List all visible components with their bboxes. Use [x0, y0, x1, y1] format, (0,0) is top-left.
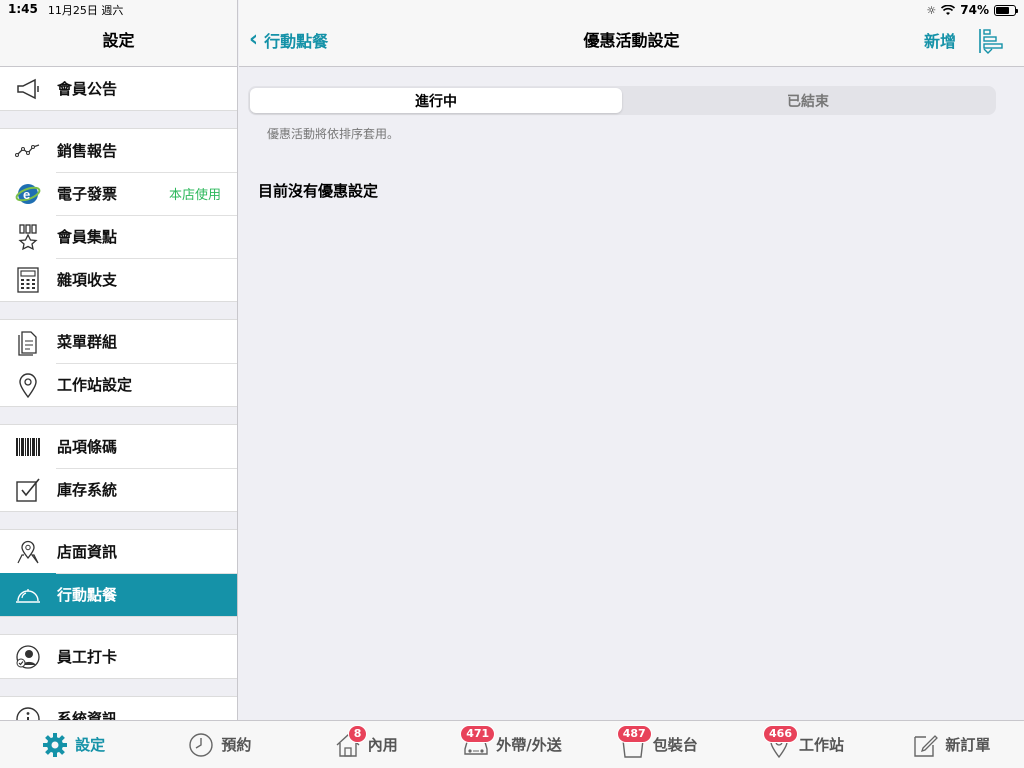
segmented-control: 進行中 已結束: [248, 86, 996, 115]
menu-group: 菜單群組 工作站設定: [0, 319, 237, 407]
document-icon: [14, 328, 42, 356]
tab-label: 內用: [367, 736, 398, 754]
tab-settings[interactable]: 設定: [0, 731, 146, 759]
sort-icon[interactable]: [976, 26, 1006, 56]
menu-group: 系統資訊: [0, 696, 237, 720]
svg-text:e: e: [23, 187, 30, 202]
sidebar-item-label: 員工打卡: [57, 648, 118, 666]
edit-icon: [911, 731, 939, 759]
car-icon: 471: [460, 724, 496, 759]
segment-ended[interactable]: 已結束: [622, 88, 994, 113]
tab-badge: 471: [460, 724, 496, 743]
menu-group: 員工打卡: [0, 634, 237, 679]
sidebar-item-label: 會員公告: [57, 80, 118, 98]
sidebar-item-e-invoice[interactable]: e 電子發票 本店使用: [0, 172, 237, 215]
sidebar-item-label: 系統資訊: [57, 710, 118, 720]
gear-icon: [41, 731, 69, 759]
sidebar-item-barcode[interactable]: 品項條碼: [0, 425, 237, 468]
house-icon: 8: [334, 724, 368, 759]
tab-takeout-delivery[interactable]: 471 外帶/外送: [439, 724, 585, 759]
menu-group: 品項條碼 庫存系統: [0, 424, 237, 512]
add-button[interactable]: 新增: [924, 28, 956, 52]
page-title: 優惠活動設定: [583, 31, 680, 50]
status-badge: 本店使用: [168, 188, 221, 203]
checkbox-icon: [14, 476, 42, 504]
map-pin-icon: [14, 538, 42, 566]
menu-group: 銷售報告 e 電子發票 本店使用 會員集點 雜項收支: [0, 128, 237, 302]
sidebar-item-label: 菜單群組: [57, 333, 118, 351]
tab-bar: 設定 預約 8 內用 471 外帶/外送 487 包裝台 466 工作站 新訂單: [0, 720, 1024, 768]
award-star-icon: [14, 223, 42, 251]
tab-reservation[interactable]: 預約: [146, 731, 292, 759]
tab-badge: 487: [616, 724, 652, 743]
sidebar-item-staff-clock[interactable]: 員工打卡: [0, 635, 237, 678]
sidebar-item-label: 行動點餐: [57, 586, 118, 604]
sidebar-item-label: 電子發票: [57, 185, 118, 203]
bag-icon: 487: [616, 724, 652, 759]
sidebar-item-label: 品項條碼: [57, 438, 118, 456]
food-cloche-icon: [14, 581, 42, 609]
orientation-lock-icon: ☼: [926, 3, 937, 17]
sidebar-item-misc-expense[interactable]: 雜項收支: [0, 258, 237, 301]
tab-dine-in[interactable]: 8 內用: [293, 724, 439, 759]
sidebar-item-sales-report[interactable]: 銷售報告: [0, 129, 237, 172]
location-pin-icon: [14, 371, 42, 399]
tab-label: 工作站: [799, 736, 845, 754]
tab-label: 設定: [75, 736, 106, 754]
tab-label: 外帶/外送: [496, 736, 562, 754]
status-time: 1:45: [8, 2, 38, 16]
tab-label: 預約: [221, 736, 252, 754]
calculator-icon: [14, 266, 42, 294]
barcode-icon: [14, 433, 42, 461]
tab-label: 包裝台: [652, 736, 698, 754]
hint-text: 優惠活動將依排序套用。: [267, 127, 400, 141]
sidebar-item-label: 銷售報告: [57, 142, 118, 160]
staff-check-icon: [14, 643, 42, 671]
menu-group: 店面資訊 行動點餐: [0, 529, 237, 617]
tab-packing[interactable]: 487 包裝台: [585, 724, 731, 759]
sidebar-item-label: 會員集點: [57, 228, 118, 246]
sidebar-item-label: 雜項收支: [57, 271, 118, 289]
pin-icon: 466: [763, 724, 798, 759]
line-chart-icon: [14, 137, 42, 165]
tab-badge: 8: [347, 724, 368, 743]
tab-badge: 466: [763, 724, 798, 743]
tab-new-order[interactable]: 新訂單: [878, 731, 1024, 759]
menu-group: 會員公告: [0, 67, 237, 111]
wifi-icon: [941, 4, 956, 15]
sidebar-item-menu-groups[interactable]: 菜單群組: [0, 320, 237, 363]
clock-icon: [187, 731, 215, 759]
battery-icon: [994, 4, 1018, 16]
tab-label: 新訂單: [945, 736, 991, 754]
empty-state-message: 目前沒有優惠設定: [258, 182, 379, 200]
tab-workstation[interactable]: 466 工作站: [731, 724, 877, 759]
sidebar-item-announcement[interactable]: 會員公告: [0, 67, 237, 110]
sidebar: 設定 會員公告 銷售報告 e 電子發票 本店使用 會員集點 雜項收支 菜單群組 …: [0, 0, 238, 720]
sidebar-item-label: 店面資訊: [57, 543, 118, 561]
sidebar-item-workstation-settings[interactable]: 工作站設定: [0, 363, 237, 406]
battery-percent: 74%: [960, 3, 989, 17]
info-icon: [14, 705, 42, 720]
status-bar: 1:45 11月25日 週六 ☼ 74%: [0, 0, 1024, 20]
sidebar-item-member-points[interactable]: 會員集點: [0, 215, 237, 258]
main-content: ‹ 行動點餐 優惠活動設定 新增 進行中 已結束 優惠活動將依排序套用。 目前沒…: [239, 0, 1024, 720]
sidebar-item-system-info[interactable]: 系統資訊: [0, 697, 237, 720]
sidebar-item-mobile-ordering[interactable]: 行動點餐: [0, 573, 237, 616]
status-date: 11月25日 週六: [47, 4, 124, 17]
e-invoice-icon: e: [14, 180, 42, 208]
sidebar-item-label: 工作站設定: [57, 376, 133, 394]
sidebar-item-store-info[interactable]: 店面資訊: [0, 530, 237, 573]
sidebar-item-label: 庫存系統: [57, 481, 118, 499]
segment-active[interactable]: 進行中: [250, 88, 622, 113]
sidebar-item-inventory[interactable]: 庫存系統: [0, 468, 237, 511]
megaphone-icon: [14, 75, 42, 103]
